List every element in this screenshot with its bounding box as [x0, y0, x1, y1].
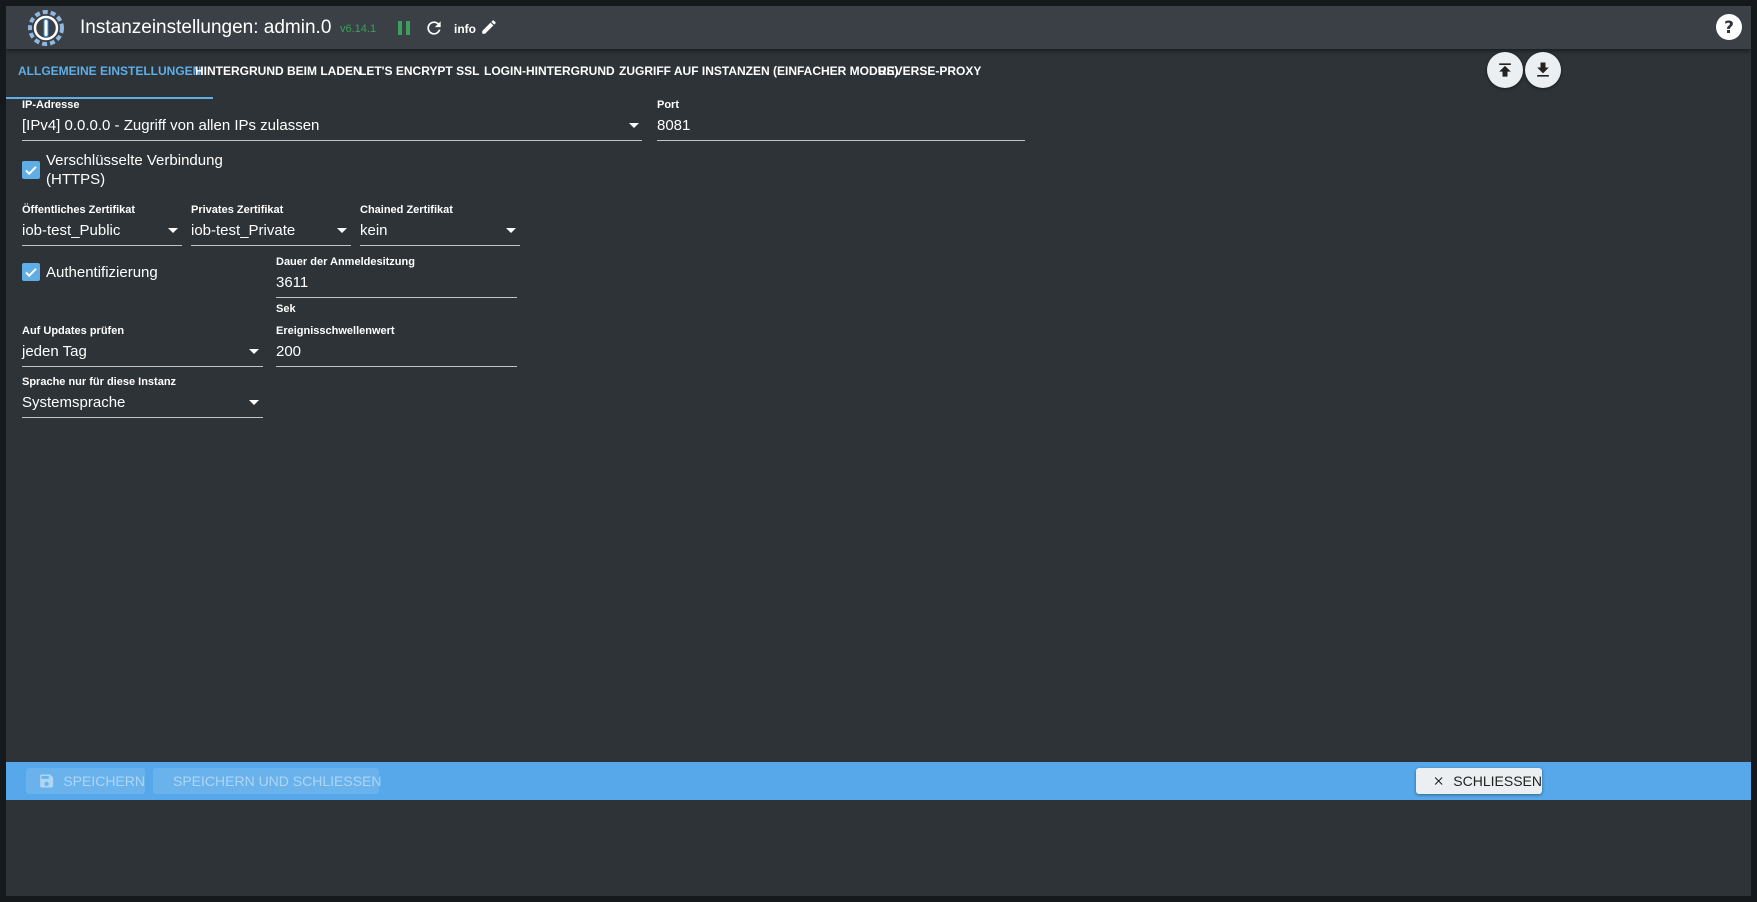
- https-checkbox[interactable]: [22, 161, 40, 179]
- chevron-down-icon: [506, 228, 516, 233]
- upload-icon: [1499, 63, 1511, 77]
- ip-address-value: [IPv4] 0.0.0.0 - Zugriff von allen IPs z…: [22, 117, 320, 134]
- chained-cert-value: kein: [360, 222, 388, 239]
- chevron-down-icon: [168, 228, 178, 233]
- chevron-down-icon: [629, 123, 639, 128]
- close-icon: [1434, 777, 1443, 785]
- language-value: Systemsprache: [22, 394, 126, 411]
- session-duration-value: 3611: [276, 274, 309, 291]
- save-button[interactable]: Speichern: [26, 768, 145, 794]
- download-button[interactable]: [1525, 52, 1561, 88]
- reload-icon[interactable]: [424, 18, 444, 38]
- tab-reverse-proxy[interactable]: Reverse-Proxy: [878, 49, 981, 97]
- tab-background-loading[interactable]: Hintergrund beim Laden: [195, 49, 362, 97]
- https-label: Verschlüsselte Verbindung (HTTPS): [46, 152, 223, 188]
- save-and-close-button[interactable]: Speichern und schliessen: [153, 768, 382, 794]
- chevron-down-icon: [249, 349, 259, 354]
- chained-cert-select[interactable]: Chained Zertifikat kein: [360, 204, 520, 248]
- settings-dialog: Instanzeinstellungen: admin.0 v6.14.1 in…: [6, 6, 1751, 896]
- download-icon: [1537, 62, 1549, 77]
- session-duration-field[interactable]: Dauer der Anmeldesitzung 3611 Sek: [276, 256, 517, 318]
- private-cert-value: iob-test_Private: [191, 222, 296, 239]
- tab-login-background[interactable]: Login-Hintergrund: [484, 49, 615, 97]
- public-cert-label: Öffentliches Zertifikat: [22, 204, 136, 216]
- auth-checkbox[interactable]: [22, 263, 40, 281]
- chained-cert-label: Chained Zertifikat: [360, 204, 453, 216]
- language-select[interactable]: Sprache nur für diese Instanz Systemspra…: [22, 376, 263, 420]
- update-check-label: Auf Updates prüfen: [22, 325, 125, 337]
- edit-icon[interactable]: [480, 18, 498, 36]
- auth-label: Authentifizierung: [46, 264, 158, 281]
- ip-address-label: IP-Adresse: [22, 99, 80, 111]
- update-check-select[interactable]: Auf Updates prüfen jeden Tag: [22, 325, 263, 369]
- svg-text:?: ?: [1724, 18, 1734, 38]
- tab-lets-encrypt[interactable]: Let's Encrypt SSL: [359, 49, 479, 97]
- help-icon: ?: [1716, 14, 1742, 40]
- private-cert-label: Privates Zertifikat: [191, 204, 284, 216]
- info-label: info: [454, 22, 476, 36]
- iobroker-logo-icon: [28, 10, 64, 46]
- language-label: Sprache nur für diese Instanz: [22, 376, 177, 388]
- event-threshold-label: Ereignisschwellenwert: [276, 325, 395, 337]
- help-button[interactable]: ?: [1713, 11, 1745, 43]
- version-badge: v6.14.1: [340, 23, 377, 35]
- port-label: Port: [657, 99, 679, 111]
- update-check-value: jeden Tag: [22, 343, 87, 360]
- chevron-down-icon: [249, 400, 259, 405]
- port-value: 8081: [657, 117, 691, 134]
- public-cert-value: iob-test_Public: [22, 222, 121, 239]
- event-threshold-value: 200: [276, 343, 302, 360]
- dialog-header: Instanzeinstellungen: admin.0 v6.14.1 in…: [6, 6, 1751, 49]
- close-button[interactable]: Schliessen: [1416, 768, 1542, 794]
- private-cert-select[interactable]: Privates Zertifikat iob-test_Private: [191, 204, 351, 248]
- session-duration-unit: Sek: [276, 303, 296, 315]
- tab-general-settings[interactable]: Allgemeine Einstellungen: [6, 49, 214, 99]
- pause-icon[interactable]: [395, 19, 413, 37]
- save-icon: [40, 774, 54, 788]
- public-cert-select[interactable]: Öffentliches Zertifikat iob-test_Public: [22, 204, 182, 248]
- upload-button[interactable]: [1487, 52, 1523, 88]
- port-field[interactable]: Port 8081: [657, 99, 1025, 143]
- dialog-footer: Speichern Speichern und schliessen Schli…: [6, 762, 1751, 800]
- ip-address-select[interactable]: IP-Adresse [IPv4] 0.0.0.0 - Zugriff von …: [22, 99, 642, 143]
- chevron-down-icon: [337, 228, 347, 233]
- session-duration-label: Dauer der Anmeldesitzung: [276, 256, 415, 268]
- tab-instance-access[interactable]: Zugriff auf Instanzen (einfacher Modus): [619, 49, 898, 97]
- dialog-title: Instanzeinstellungen: admin.0: [80, 17, 332, 38]
- event-threshold-field[interactable]: Ereignisschwellenwert 200: [276, 325, 517, 369]
